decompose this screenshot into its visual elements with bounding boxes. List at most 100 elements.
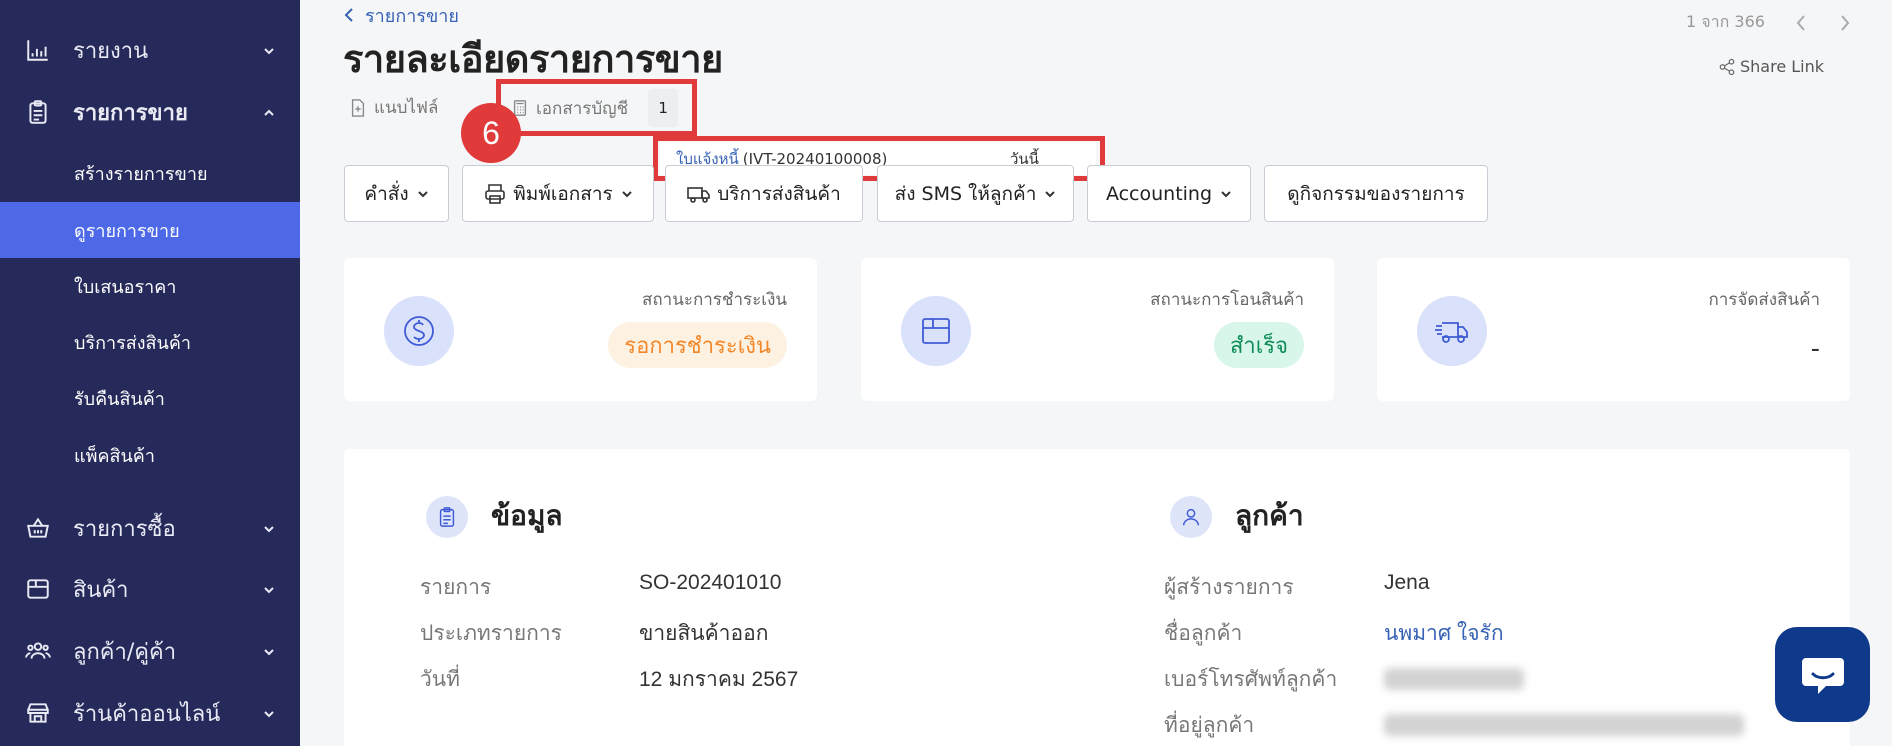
field-label: วันที่ xyxy=(420,667,460,691)
accounting-button[interactable]: Accounting xyxy=(1087,165,1251,222)
customer-section-title: ลูกค้า xyxy=(1235,499,1304,532)
shipping-label: บริการส่งสินค้า xyxy=(717,182,841,205)
store-icon xyxy=(25,700,51,726)
tab-label: แนบไฟล์ xyxy=(374,98,439,118)
customer-phone-redacted xyxy=(1384,668,1524,690)
next-page-button[interactable] xyxy=(1839,13,1853,33)
info-section-title: ข้อมูล xyxy=(491,499,563,532)
box-icon xyxy=(901,296,971,366)
sidebar-subitem-packing[interactable]: แพ็คสินค้า xyxy=(0,427,300,483)
view-activity-button[interactable]: ดูกิจกรรมของรายการ xyxy=(1264,165,1488,222)
user-icon xyxy=(1170,496,1212,538)
customer-address-redacted xyxy=(1384,714,1744,736)
field-label: ที่อยู่ลูกค้า xyxy=(1164,713,1255,737)
sidebar-item-reports[interactable]: รายงาน xyxy=(0,20,300,80)
detail-panel: ข้อมูล รายการ SO-202401010 ประเภทรายการ … xyxy=(344,449,1850,746)
sidebar-subitem-label: รับคืนสินค้า xyxy=(74,388,165,410)
payment-status-badge: รอการชำระเงิน xyxy=(608,322,787,368)
sidebar-subitem-label: ดูรายการขาย xyxy=(74,220,180,242)
breadcrumb[interactable]: รายการขาย xyxy=(343,3,459,27)
chevron-down-icon xyxy=(417,190,428,197)
activity-label: ดูกิจกรรมของรายการ xyxy=(1287,182,1465,205)
sidebar-subitem-label: สร้างรายการขาย xyxy=(74,163,208,185)
field-label: ประเภทรายการ xyxy=(420,621,562,645)
chevron-right-icon xyxy=(1841,14,1850,31)
payment-status-card: สถานะการชำระเงิน รอการชำระเงิน xyxy=(344,258,817,401)
field-label: รายการ xyxy=(420,575,492,599)
share-icon xyxy=(1719,58,1735,75)
command-button[interactable]: คำสั่ง xyxy=(344,165,449,222)
chevron-left-icon xyxy=(1796,14,1805,31)
clipboard-icon xyxy=(25,99,51,125)
share-link-button[interactable]: Share Link xyxy=(1718,57,1824,76)
print-label: พิมพ์เอกสาร xyxy=(513,182,613,205)
sidebar-subitem-label: ใบเสนอราคา xyxy=(74,276,177,298)
sidebar-item-sales[interactable]: รายการขาย xyxy=(0,82,300,142)
print-button[interactable]: พิมพ์เอกสาร xyxy=(462,165,654,222)
chevron-down-icon xyxy=(262,644,276,658)
creator-name: Jena xyxy=(1384,571,1430,594)
truck-icon xyxy=(687,186,711,203)
users-icon xyxy=(25,638,51,664)
pager: 1 จาก 366 xyxy=(1686,10,1853,35)
sidebar-subitem-label: แพ็คสินค้า xyxy=(74,445,155,467)
chevron-down-icon xyxy=(262,521,276,535)
transfer-status-card: สถานะการโอนสินค้า สำเร็จ xyxy=(861,258,1334,401)
chat-bubble-icon xyxy=(1801,657,1844,694)
payment-status-label: สถานะการชำระเงิน xyxy=(641,290,787,310)
customer-name-link[interactable]: นพมาศ ใจรัก xyxy=(1384,617,1504,650)
basket-icon xyxy=(25,515,51,541)
order-date: 12 มกราคม 2567 xyxy=(639,668,799,691)
sidebar: รายงาน รายการขาย สร้างรายการขาย ดูรายการ… xyxy=(0,0,300,746)
sms-label: ส่ง SMS ให้ลูกค้า xyxy=(894,182,1037,205)
sidebar-subitem-view-sales[interactable]: ดูรายการขาย xyxy=(0,202,300,258)
sidebar-item-label: รายงาน xyxy=(73,38,149,64)
sidebar-subitem-shipping[interactable]: บริการส่งสินค้า xyxy=(0,314,300,370)
prev-page-button[interactable] xyxy=(1795,13,1809,33)
sidebar-item-label: รายการขาย xyxy=(73,100,188,126)
order-type: ขายสินค้าออก xyxy=(639,622,769,645)
chevron-down-icon xyxy=(262,43,276,57)
sidebar-item-label: ร้านค้าออนไลน์ xyxy=(73,701,221,727)
printer-icon xyxy=(485,183,506,204)
transfer-status-label: สถานะการโอนสินค้า xyxy=(1150,290,1304,310)
chevron-down-icon xyxy=(1045,190,1056,197)
tab-attach-file[interactable]: แนบไฟล์ xyxy=(350,94,438,121)
transfer-status-badge: สำเร็จ xyxy=(1213,322,1304,368)
delivery-status-card: การจัดส่งสินค้า - xyxy=(1377,258,1850,401)
sidebar-item-label: สินค้า xyxy=(73,577,129,603)
pager-text: 1 จาก 366 xyxy=(1686,12,1765,31)
sidebar-subitem-label: บริการส่งสินค้า xyxy=(74,332,191,354)
sidebar-item-customers[interactable]: ลูกค้า/คู่ค้า xyxy=(0,621,300,681)
chevron-down-icon xyxy=(262,706,276,720)
chevron-down-icon xyxy=(262,582,276,596)
sidebar-item-label: รายการซื้อ xyxy=(73,516,176,542)
chevron-left-icon xyxy=(344,8,353,22)
field-label: ผู้สร้างรายการ xyxy=(1164,575,1294,599)
sidebar-subitem-create-sale[interactable]: สร้างรายการขาย xyxy=(0,145,300,201)
sidebar-item-products[interactable]: สินค้า xyxy=(0,559,300,619)
clipboard-icon xyxy=(426,496,468,538)
file-plus-icon xyxy=(351,98,365,117)
send-sms-button[interactable]: ส่ง SMS ให้ลูกค้า xyxy=(877,165,1074,222)
sidebar-item-online-store[interactable]: ร้านค้าออนไลน์ xyxy=(0,683,300,743)
shipping-service-button[interactable]: บริการส่งสินค้า xyxy=(665,165,863,222)
accounting-label: Accounting xyxy=(1105,182,1213,205)
delivery-status-label: การจัดส่งสินค้า xyxy=(1708,290,1820,310)
field-label: เบอร์โทรศัพท์ลูกค้า xyxy=(1164,667,1338,691)
command-label: คำสั่ง xyxy=(364,182,409,205)
chevron-up-icon xyxy=(262,105,276,119)
annotation-highlight-docs-tab xyxy=(496,79,697,136)
share-link-label: Share Link xyxy=(1740,57,1825,76)
sidebar-item-purchases[interactable]: รายการซื้อ xyxy=(0,498,300,558)
chat-button[interactable] xyxy=(1775,627,1870,722)
field-label: ชื่อลูกค้า xyxy=(1164,621,1243,645)
box-icon xyxy=(25,576,51,602)
sidebar-item-label: ลูกค้า/คู่ค้า xyxy=(73,639,177,665)
delivery-truck-icon xyxy=(1417,296,1487,366)
sidebar-subitem-quotation[interactable]: ใบเสนอราคา xyxy=(0,258,300,314)
bar-chart-icon xyxy=(25,37,51,63)
delivery-status-value: - xyxy=(1810,334,1820,364)
step-marker: 6 xyxy=(461,103,521,163)
sidebar-subitem-returns[interactable]: รับคืนสินค้า xyxy=(0,370,300,426)
